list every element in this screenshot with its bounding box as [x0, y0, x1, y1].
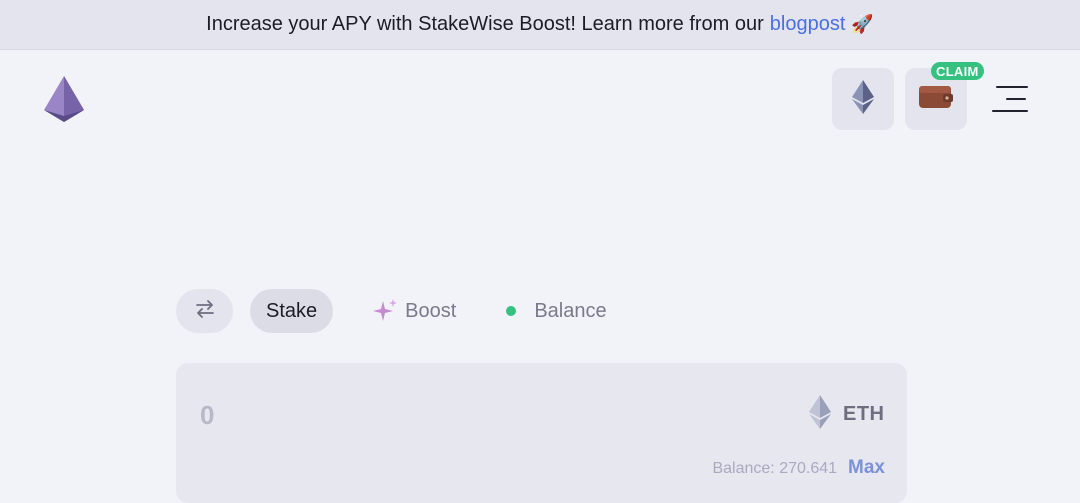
menu-line [992, 110, 1028, 112]
swap-button[interactable] [176, 289, 233, 333]
token-selector: ETH [809, 394, 885, 434]
hamburger-menu-icon[interactable] [992, 84, 1028, 114]
network-button[interactable] [832, 68, 894, 130]
banner-text: Increase your APY with StakeWise Boost! … [206, 13, 764, 35]
announcement-banner: Increase your APY with StakeWise Boost! … [0, 0, 1080, 50]
tab-stake-label: Stake [266, 299, 318, 322]
ethereum-icon [809, 394, 831, 434]
sparkle-icon [371, 297, 399, 325]
ethereum-icon [852, 79, 874, 119]
max-button[interactable]: Max [848, 457, 885, 479]
blogpost-link[interactable]: blogpost [770, 13, 846, 36]
stake-form: ETH Balance: 270.641 Max [176, 363, 907, 503]
action-tabs: Stake Boost Balance [176, 289, 607, 333]
balance-text: Balance: 270.641 [712, 460, 838, 477]
balance-row: Balance: 270.641 Max [712, 457, 885, 479]
tab-balance[interactable]: Balance [506, 289, 607, 333]
menu-line [996, 86, 1028, 88]
token-label: ETH [843, 402, 885, 425]
claim-badge[interactable]: CLAIM [931, 62, 984, 80]
menu-line [1006, 98, 1026, 100]
amount-input[interactable] [198, 395, 598, 435]
rocket-emoji: 🚀 [851, 14, 874, 34]
tab-balance-label: Balance [534, 299, 607, 322]
status-dot [506, 306, 517, 316]
tab-stake[interactable]: Stake [250, 289, 334, 333]
wallet-icon [919, 84, 953, 115]
tab-boost[interactable]: Boost [371, 289, 456, 333]
stakewise-logo[interactable] [44, 76, 84, 122]
swap-arrows-icon [195, 299, 215, 323]
tab-boost-label: Boost [405, 299, 457, 322]
